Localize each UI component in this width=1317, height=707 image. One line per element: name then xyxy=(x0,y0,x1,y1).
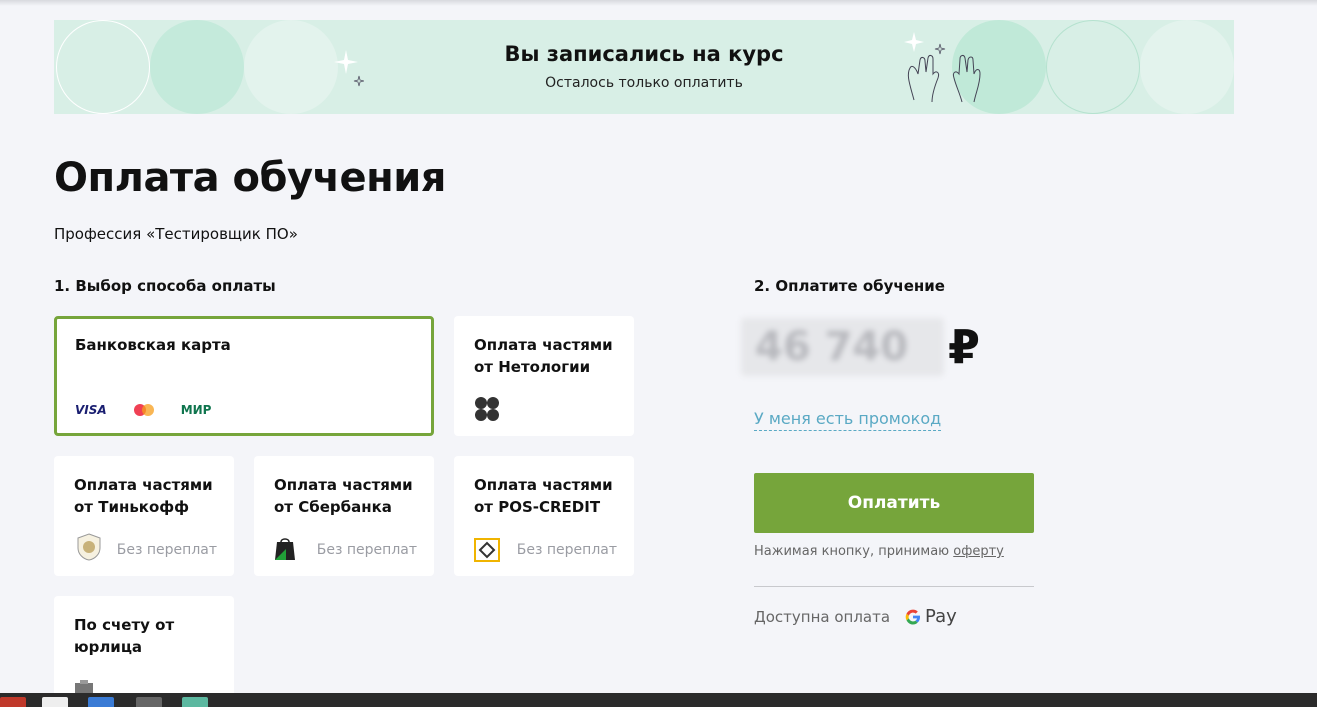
banner-decor-circle xyxy=(150,20,244,114)
method-title: Оплата частями от Тинькофф xyxy=(74,476,213,516)
taskbar-app-icon[interactable] xyxy=(88,697,114,707)
taskbar-app-icon[interactable] xyxy=(136,697,162,707)
mir-logo: МИР xyxy=(180,403,212,417)
method-bank-card[interactable]: Банковская карта VISA МИР xyxy=(54,316,434,436)
google-g-icon xyxy=(905,609,921,624)
os-taskbar xyxy=(0,693,1317,707)
available-label: Доступна оплата xyxy=(754,607,891,626)
taskbar-app-icon[interactable] xyxy=(182,697,208,707)
banner-title: Вы записались на курс xyxy=(504,42,784,66)
method-sber-installments[interactable]: Оплата частями от Сбербанка Без переплат xyxy=(254,456,434,576)
document-icon xyxy=(75,680,93,694)
banner-decor-circle xyxy=(244,20,338,114)
banner-decor-circle xyxy=(1140,20,1234,114)
no-overpay-note: Без переплат xyxy=(316,542,417,558)
enrollment-banner: Вы записались на курс Осталось только оп… xyxy=(54,20,1234,114)
google-pay-badge: Pay xyxy=(904,606,957,627)
no-overpay-note: Без переплат xyxy=(116,542,217,558)
method-title: Оплата частями от Нетологии xyxy=(474,336,613,376)
promo-code-link[interactable]: У меня есть промокод xyxy=(754,409,942,431)
method-netology-installments[interactable]: Оплата частями от Нетологии xyxy=(454,316,634,436)
terms-note: Нажимая кнопку, принимаю оферту xyxy=(754,544,1004,559)
terms-prefix: Нажимая кнопку, принимаю xyxy=(754,544,954,559)
method-pos-credit-installments[interactable]: Оплата частями от POS-CREDIT Без перепла… xyxy=(454,456,634,576)
method-title: По счету от юрлица xyxy=(74,616,175,656)
method-legal-entity-invoice[interactable]: По счету от юрлица xyxy=(54,596,234,706)
course-name: Профессия «Тестировщик ПО» xyxy=(54,225,298,243)
taskbar-app-icon[interactable] xyxy=(0,697,26,707)
method-title: Оплата частями от POS-CREDIT xyxy=(474,476,613,516)
banner-subtitle: Осталось только оплатить xyxy=(545,75,743,91)
page-title: Оплата обучения xyxy=(54,155,446,201)
currency-symbol: ₽ xyxy=(948,320,981,374)
gpay-label: Pay xyxy=(925,606,957,627)
taskbar-app-icon[interactable] xyxy=(42,697,68,707)
mastercard-icon xyxy=(133,404,154,416)
banner-decor-circle xyxy=(56,20,150,114)
netology-logo-icon xyxy=(475,397,499,421)
visa-logo: VISA xyxy=(75,403,107,417)
step2-heading: 2. Оплатите обучение xyxy=(754,277,945,295)
tinkoff-logo-icon xyxy=(77,533,101,561)
price-amount-blurred: 46 740 xyxy=(741,318,944,376)
browser-top-edge xyxy=(0,0,1317,6)
method-title: Банковская карта xyxy=(75,336,231,354)
step1-heading: 1. Выбор способа оплаты xyxy=(54,277,276,295)
offer-link[interactable]: оферту xyxy=(953,544,1004,559)
method-title: Оплата частями от Сбербанка xyxy=(274,476,413,516)
sber-logo-icon xyxy=(275,538,295,560)
pay-button[interactable]: Оплатить xyxy=(754,473,1034,533)
available-payment: Доступна оплата Pay xyxy=(754,606,957,627)
pos-credit-logo-icon xyxy=(474,538,500,562)
divider xyxy=(754,586,1034,587)
banner-decor-circle xyxy=(1046,20,1140,114)
method-tinkoff-installments[interactable]: Оплата частями от Тинькофф Без переплат xyxy=(54,456,234,576)
no-overpay-note: Без переплат xyxy=(516,542,617,558)
